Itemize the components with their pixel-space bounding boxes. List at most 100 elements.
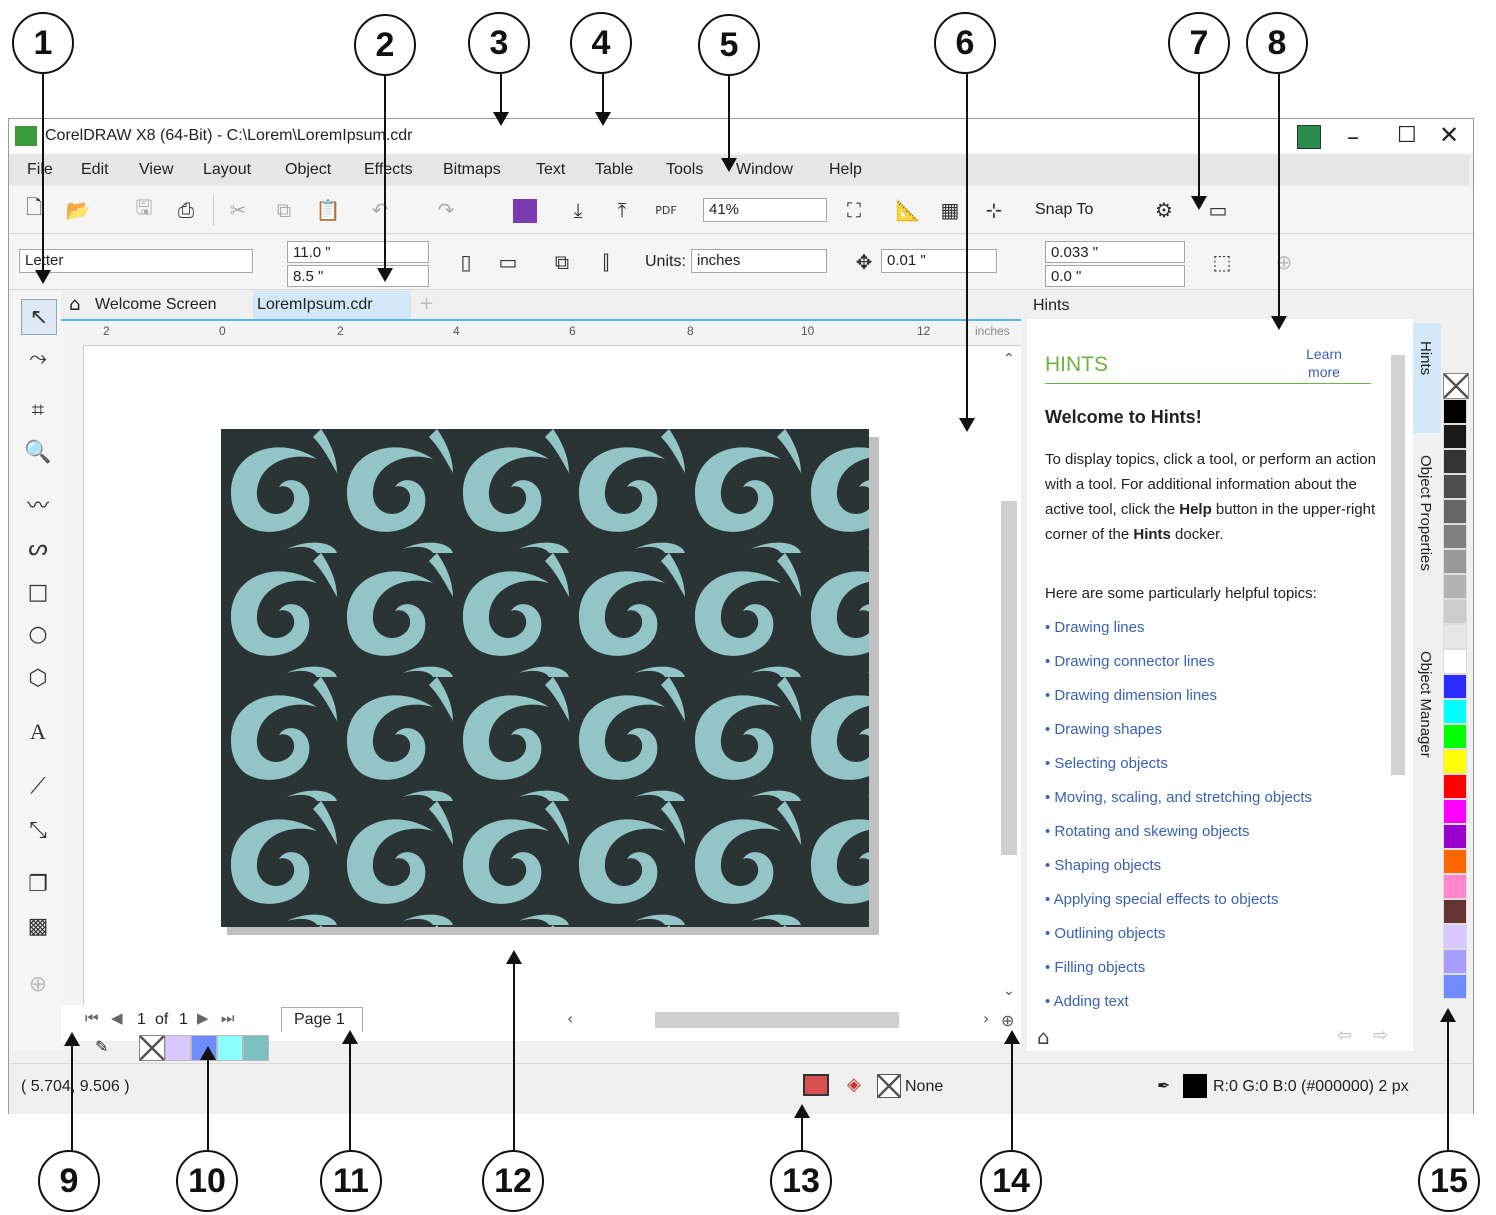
menu-effects[interactable]: Effects [364, 161, 413, 179]
import-icon[interactable]: ⤓ [565, 197, 591, 223]
connector-tool-icon[interactable]: ⟋ [21, 769, 55, 803]
hint-topic[interactable]: • Applying special effects to objects [1045, 891, 1278, 908]
grid-icon[interactable]: ▦ [937, 197, 963, 223]
palette-swatch[interactable] [1443, 924, 1467, 949]
palette-swatch[interactable] [1443, 824, 1467, 849]
export-icon[interactable]: ⤒ [609, 197, 635, 223]
palette-swatch[interactable] [1443, 399, 1467, 424]
page-width-field[interactable]: 11.0 " [287, 241, 429, 263]
palette-swatch[interactable] [1443, 799, 1467, 824]
hints-scroll-thumb[interactable] [1391, 355, 1405, 775]
blend-tool-icon[interactable]: ⤡ [21, 813, 55, 847]
palette-swatch[interactable] [1443, 974, 1467, 999]
menu-bitmaps[interactable]: Bitmaps [443, 161, 501, 179]
palette-swatch[interactable] [1443, 574, 1467, 599]
duplicate-y-field[interactable]: 0.0 " [1045, 265, 1185, 287]
menu-tools[interactable]: Tools [666, 161, 703, 179]
menu-text[interactable]: Text [536, 161, 565, 179]
freehand-tool-icon[interactable]: 〰 [21, 487, 55, 521]
palette-swatch[interactable] [1443, 449, 1467, 474]
vertical-scrollbar[interactable]: ⌃ ⌄ [999, 351, 1019, 1005]
launch-icon[interactable]: ▭ [1205, 197, 1231, 223]
document-tab[interactable]: LoremIpsum.cdr [253, 291, 411, 319]
palette-swatch[interactable] [1443, 749, 1467, 774]
menu-table[interactable]: Table [595, 161, 633, 179]
docker-tab-object-manager[interactable]: Object Manager [1413, 631, 1441, 811]
add-tool-icon[interactable]: ⊕ [21, 967, 55, 1001]
palette-swatch[interactable] [1443, 649, 1467, 674]
hint-topic[interactable]: • Drawing shapes [1045, 721, 1162, 738]
menu-edit[interactable]: Edit [81, 161, 109, 179]
palette-swatch[interactable] [1443, 849, 1467, 874]
paste-icon[interactable]: 📋 [315, 197, 341, 223]
page-size-select[interactable]: Letter [19, 249, 253, 273]
gear-icon[interactable]: ⚙ [1151, 197, 1177, 223]
open-icon[interactable]: 📂 [65, 197, 91, 223]
palette-swatch[interactable] [1443, 599, 1467, 624]
hint-topic[interactable]: • Rotating and skewing objects [1045, 823, 1250, 840]
pick-tool-icon[interactable]: ↖ [21, 299, 57, 335]
scroll-right-icon[interactable]: › [983, 1009, 989, 1028]
hint-topic[interactable]: • Drawing connector lines [1045, 653, 1215, 670]
palette-swatch[interactable] [1443, 474, 1467, 499]
menu-window[interactable]: Window [736, 161, 793, 179]
last-page-icon[interactable]: ⏭ [221, 1009, 235, 1027]
previous-page-icon[interactable]: ◀ [111, 1009, 123, 1027]
horizontal-scrollbar[interactable]: ‹ › [561, 1009, 997, 1031]
pattern-artwork[interactable] [221, 429, 869, 927]
crop-tool-icon[interactable]: ⌗ [21, 393, 55, 427]
transform-icon[interactable]: ⬚ [1209, 249, 1235, 275]
app-launcher-icon[interactable] [513, 199, 537, 223]
hint-topic[interactable]: • Drawing lines [1045, 619, 1144, 636]
minimize-icon[interactable]: – [1347, 123, 1359, 151]
next-page-icon[interactable]: ▶ [197, 1009, 209, 1027]
menu-object[interactable]: Object [285, 161, 331, 179]
drop-shadow-icon[interactable]: ❐ [21, 867, 55, 901]
nudge-distance-field[interactable]: 0.01 " [881, 249, 997, 273]
undo-icon[interactable]: ↶ [367, 197, 393, 223]
rulers-icon[interactable]: 📐 [895, 197, 921, 223]
docker-tab-object-properties[interactable]: Object Properties [1413, 435, 1441, 625]
menu-help[interactable]: Help [829, 161, 862, 179]
artistic-media-icon[interactable]: ᔕ [21, 531, 55, 565]
menu-view[interactable]: View [139, 161, 173, 179]
shape-tool-icon[interactable]: ⤳ [21, 341, 55, 375]
hints-back-icon[interactable]: ⇦ [1337, 1025, 1352, 1046]
vertical-scroll-thumb[interactable] [1001, 501, 1017, 855]
docker-tab-hints[interactable]: Hints [1413, 323, 1441, 433]
account-icon[interactable] [1297, 125, 1321, 149]
palette-swatch[interactable] [1443, 774, 1467, 799]
no-color-swatch[interactable] [139, 1035, 165, 1061]
doc-swatch-1[interactable] [165, 1035, 191, 1061]
landscape-icon[interactable]: ▭ [495, 249, 521, 275]
display-icon[interactable] [803, 1074, 829, 1096]
eyedropper-icon[interactable]: ✎ [95, 1037, 108, 1056]
new-tab-icon[interactable]: + [419, 293, 434, 314]
hint-topic[interactable]: • Shaping objects [1045, 857, 1161, 874]
hint-topic[interactable]: • Drawing dimension lines [1045, 687, 1217, 704]
doc-swatch-4[interactable] [243, 1035, 269, 1061]
all-pages-icon[interactable]: ⧉ [549, 249, 575, 275]
hint-topic[interactable]: • Adding text [1045, 993, 1129, 1010]
palette-swatch[interactable] [1443, 899, 1467, 924]
no-fill-swatch[interactable] [1443, 373, 1469, 399]
learn-more-link[interactable]: Learn more [1297, 345, 1351, 381]
horizontal-scroll-thumb[interactable] [655, 1012, 899, 1028]
hints-forward-icon[interactable]: ⇨ [1373, 1025, 1388, 1046]
zoom-to-page-icon[interactable]: ⛶ [841, 197, 867, 223]
polygon-tool-icon[interactable]: ⬡ [21, 661, 55, 695]
first-page-icon[interactable]: ⏮ [85, 1009, 99, 1027]
cut-icon[interactable]: ✂ [225, 197, 251, 223]
page-height-field[interactable]: 8.5 " [287, 265, 429, 287]
menu-layout[interactable]: Layout [203, 161, 251, 179]
hints-home-icon[interactable]: ⌂ [1037, 1025, 1050, 1049]
palette-swatch[interactable] [1443, 949, 1467, 974]
hint-topic[interactable]: • Moving, scaling, and stretching object… [1045, 789, 1312, 806]
zoom-level-select[interactable]: 41% [703, 198, 827, 222]
scroll-down-icon[interactable]: ⌄ [1003, 983, 1015, 999]
palette-swatch[interactable] [1443, 549, 1467, 574]
units-select[interactable]: inches [691, 249, 827, 273]
portrait-icon[interactable]: ▯ [453, 249, 479, 275]
palette-swatch[interactable] [1443, 674, 1467, 699]
transparency-tool-icon[interactable]: ▩ [21, 909, 55, 943]
